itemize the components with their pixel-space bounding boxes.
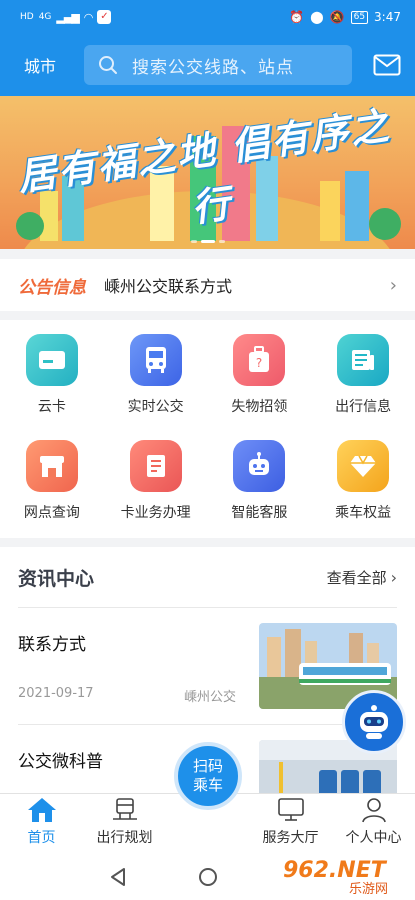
carousel-dot	[218, 240, 225, 243]
news-header: 资讯中心 查看全部 ›	[0, 547, 415, 607]
service-smart-cs[interactable]: 智能客服	[208, 440, 312, 546]
robot-icon	[233, 440, 286, 492]
service-label: 云卡	[37, 399, 66, 415]
network-label: 4G	[38, 12, 52, 22]
tab-profile[interactable]: 个人中心	[332, 794, 415, 853]
bus-stop-icon	[112, 798, 137, 820]
hd-label: HD	[20, 12, 34, 22]
svg-text:乐游网: 乐游网	[349, 882, 388, 897]
diamond-icon	[337, 440, 390, 492]
status-right: ⏰ ⬤ 🔕 65 3:47	[289, 10, 401, 24]
service-realtime-bus[interactable]: 实时公交	[104, 334, 208, 440]
tab-label: 首页	[27, 830, 56, 846]
service-label: 网点查询	[23, 505, 80, 521]
service-label: 卡业务办理	[120, 505, 191, 521]
promo-banner[interactable]: 居有福之地 倡有序之行	[0, 96, 415, 249]
mute-icon: 🔕	[329, 10, 345, 24]
mail-icon[interactable]	[373, 54, 401, 76]
svg-text:962.NET: 962.NET	[283, 858, 388, 883]
location-icon: ⬤	[310, 10, 324, 24]
signal-icon: ▂▄▆	[56, 10, 79, 24]
tab-home[interactable]: 首页	[0, 794, 83, 853]
card-icon	[25, 334, 78, 386]
home-circle-icon[interactable]	[198, 867, 218, 887]
service-outlet-search[interactable]: 网点查询	[0, 440, 104, 546]
bus-icon	[129, 334, 182, 386]
tab-trip-planning[interactable]: 出行规划	[83, 794, 166, 853]
app-notification-icon: ✓	[97, 10, 112, 24]
service-label: 失物招领	[231, 399, 288, 415]
service-label: 智能客服	[231, 505, 288, 521]
store-icon	[25, 440, 78, 492]
chevron-right-icon: ›	[389, 274, 397, 296]
scan-to-ride-button[interactable]: 扫码 乘车	[174, 742, 242, 810]
service-label: 实时公交	[127, 399, 184, 415]
chevron-right-icon[interactable]: ›	[391, 568, 397, 587]
card-service-icon	[129, 440, 182, 492]
service-label: 乘车权益	[335, 505, 392, 521]
service-label: 出行信息	[335, 399, 392, 415]
status-bar: HD 4G ▂▄▆ ◠ ✓ ⏰ ⬤ 🔕 65 3:47	[0, 0, 415, 34]
news-item-title: 公交微科普	[18, 752, 103, 772]
view-all-link[interactable]: 查看全部	[327, 567, 387, 588]
clock: 3:47	[374, 10, 401, 24]
news-title: 资讯中心	[18, 567, 95, 590]
search-icon	[99, 56, 117, 74]
battery-icon: 65	[350, 10, 369, 24]
carousel-dot-active	[200, 240, 215, 243]
monitor-icon	[277, 798, 304, 821]
carousel-dots	[0, 240, 415, 243]
service-lost-found[interactable]: ? 失物招领	[208, 334, 312, 440]
news-item[interactable]: 联系方式 2021-09-17 嵊州公交	[18, 608, 397, 724]
search-placeholder: 搜索公交线路、站点	[132, 57, 294, 78]
alarm-icon: ⏰	[289, 10, 305, 24]
svg-text:?: ?	[256, 356, 262, 370]
user-icon	[361, 798, 386, 823]
newspaper-icon	[337, 334, 390, 386]
notice-bar[interactable]: 公告信息 嵊州公交联系方式 ›	[0, 259, 415, 311]
smart-assistant-button[interactable]	[342, 690, 406, 754]
service-card-business[interactable]: 卡业务办理	[104, 440, 208, 546]
scan-label-line2: 乘车	[192, 776, 223, 794]
service-ride-rights[interactable]: 乘车权益	[311, 440, 415, 546]
back-icon[interactable]	[108, 867, 128, 887]
carousel-dot	[190, 240, 197, 243]
notice-text: 嵊州公交联系方式	[104, 277, 233, 296]
search-input[interactable]: 搜索公交线路、站点	[84, 45, 352, 85]
tab-label: 个人中心	[345, 830, 402, 846]
top-header: 城市 搜索公交线路、站点	[0, 34, 415, 96]
service-grid: 云卡 实时公交 ? 失物招领 出行信息 网点查询 卡业务办理 智能客服 乘车权益	[0, 320, 415, 538]
notice-tag: 公告信息	[18, 277, 86, 298]
service-travel-info[interactable]: 出行信息	[311, 334, 415, 440]
news-item-date: 2021-09-17	[18, 686, 94, 701]
scan-label-line1: 扫码	[192, 757, 223, 775]
service-cloud-card[interactable]: 云卡	[0, 334, 104, 440]
tab-label: 出行规划	[96, 830, 153, 846]
tab-label: 服务大厅	[262, 830, 319, 846]
home-icon	[27, 798, 56, 822]
news-item-title: 联系方式	[18, 635, 86, 655]
robot-icon	[360, 705, 388, 739]
wifi-icon: ◠	[83, 10, 94, 24]
tab-service-hall[interactable]: 服务大厅	[249, 794, 332, 853]
news-item-source: 嵊州公交	[184, 690, 237, 705]
signal-area: HD 4G ▂▄▆ ◠ ✓	[20, 10, 112, 24]
luggage-icon: ?	[233, 334, 286, 386]
city-selector[interactable]: 城市	[24, 53, 78, 77]
watermark-logo: 962.NET 乐游网	[279, 853, 409, 897]
